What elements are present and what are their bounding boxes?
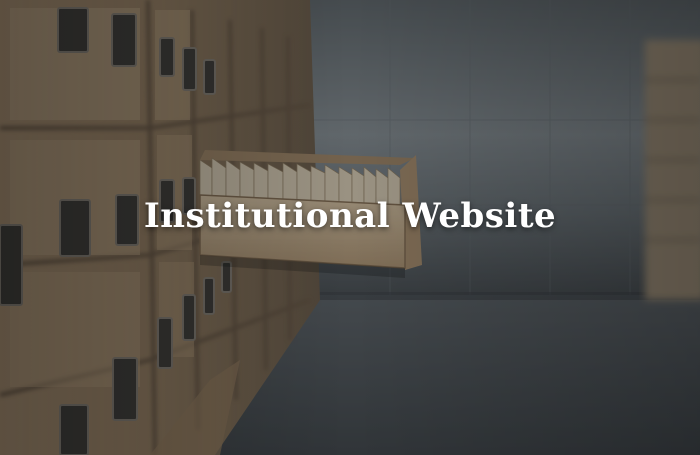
hero-title: Institutional Website	[143, 196, 557, 236]
hero-banner: Institutional Website	[0, 0, 700, 455]
